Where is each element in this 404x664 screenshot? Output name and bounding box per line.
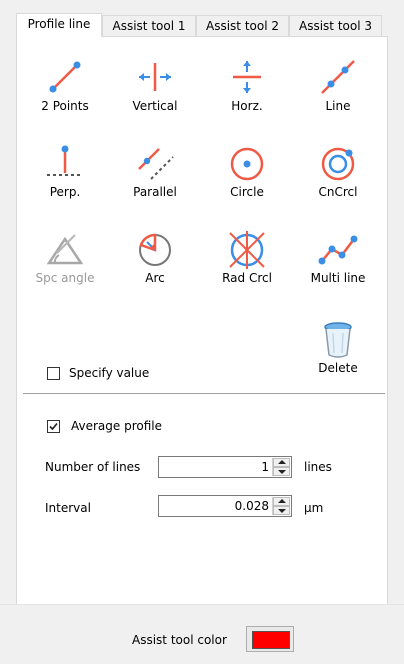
perpendicular-icon <box>47 145 83 176</box>
circle-label: Circle <box>230 185 264 199</box>
delete-label: Delete <box>318 361 358 375</box>
interval-spin <box>272 497 290 515</box>
trash-icon <box>324 322 352 358</box>
increment-button[interactable] <box>273 458 290 467</box>
specify-value-checkbox[interactable] <box>47 367 60 380</box>
perp-button[interactable]: Perp. <box>25 137 105 205</box>
circle-icon <box>230 147 264 181</box>
horizontal-icon <box>233 61 261 93</box>
circle-button[interactable]: Circle <box>207 137 287 205</box>
increment-button[interactable] <box>273 497 290 506</box>
arc-icon <box>139 233 171 266</box>
average-profile-checkbox[interactable] <box>47 420 60 433</box>
tab-strip: Profile line Assist tool 1 Assist tool 2… <box>16 13 388 37</box>
profile-line-panel: 2 Points Vertical Horz. Line Perp. Paral… <box>16 36 388 605</box>
horz-button[interactable]: Horz. <box>207 51 287 119</box>
tab-assist-tool-1[interactable]: Assist tool 1 <box>102 15 196 36</box>
number-of-lines-value: 1 <box>261 460 269 474</box>
perp-label: Perp. <box>49 185 81 199</box>
line-button[interactable]: Line <box>298 51 378 119</box>
spc-angle-label: Spc angle <box>35 271 95 285</box>
multi-line-icon <box>318 235 358 265</box>
two-points-label: 2 Points <box>41 99 89 113</box>
vertical-icon <box>139 63 171 91</box>
concentric-circle-icon <box>321 147 355 181</box>
cncrcl-button[interactable]: CnCrcl <box>298 137 378 205</box>
parallel-button[interactable]: Parallel <box>115 137 195 205</box>
rad-crcl-label: Rad Crcl <box>222 271 272 285</box>
delete-button[interactable]: Delete <box>298 313 378 381</box>
specify-value-label: Specify value <box>69 366 150 380</box>
tab-assist-tool-3[interactable]: Assist tool 3 <box>289 15 382 36</box>
radial-circle-icon <box>229 231 265 269</box>
decrement-button[interactable] <box>273 467 290 476</box>
vertical-button[interactable]: Vertical <box>115 51 195 119</box>
number-of-lines-spin <box>272 458 290 476</box>
cncrcl-label: CnCrcl <box>318 185 358 199</box>
footer-separator <box>0 604 404 605</box>
vertical-label: Vertical <box>132 99 178 113</box>
special-angle-icon <box>46 234 84 265</box>
assist-tool-color-label: Assist tool color <box>132 633 227 647</box>
arc-button[interactable]: Arc <box>115 223 195 291</box>
two-points-button[interactable]: 2 Points <box>25 51 105 119</box>
section-divider <box>23 393 385 394</box>
number-of-lines-unit: lines <box>304 460 332 474</box>
line-label: Line <box>325 99 351 113</box>
average-profile-label: Average profile <box>71 419 162 433</box>
tab-assist-tool-2[interactable]: Assist tool 2 <box>196 15 289 36</box>
line-icon <box>321 60 355 94</box>
interval-value: 0.028 <box>234 499 269 513</box>
multi-line-button[interactable]: Multi line <box>298 223 378 291</box>
decrement-button[interactable] <box>273 506 290 515</box>
horz-label: Horz. <box>231 99 263 113</box>
assist-tool-color-button[interactable] <box>246 626 294 652</box>
number-of-lines-stepper[interactable]: 1 <box>158 456 292 478</box>
interval-unit: µm <box>304 501 324 515</box>
parallel-icon <box>138 148 174 180</box>
parallel-label: Parallel <box>133 185 177 199</box>
interval-stepper[interactable]: 0.028 <box>158 495 292 517</box>
two-points-icon <box>49 61 81 93</box>
number-of-lines-label: Number of lines <box>45 460 141 474</box>
spc-angle-button[interactable]: Spc angle <box>25 223 105 291</box>
rad-crcl-button[interactable]: Rad Crcl <box>207 223 287 291</box>
checkmark-icon <box>49 422 58 431</box>
color-swatch <box>252 631 290 649</box>
multi-line-label: Multi line <box>310 271 366 285</box>
interval-label: Interval <box>45 501 91 515</box>
arc-label: Arc <box>145 271 165 285</box>
tab-profile-line[interactable]: Profile line <box>16 13 102 37</box>
